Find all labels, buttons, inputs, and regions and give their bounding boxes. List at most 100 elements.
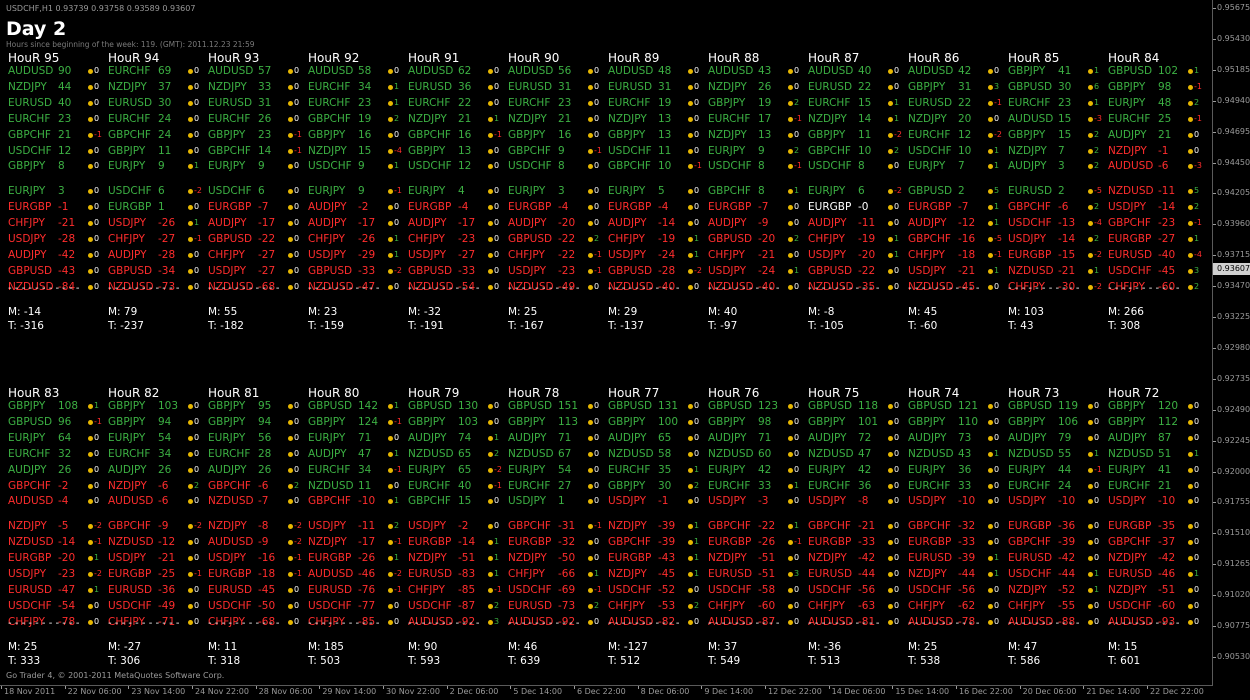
price-tick-mark [1213,564,1216,566]
hour-t-total: T: -159 [308,320,344,332]
pair-row: NZDJPY -51 0 [1108,582,1204,598]
pair-strength: 3 [58,185,65,198]
pair-change: 1 [394,234,400,243]
pair-row: EURCHF 23 1 [1008,95,1104,111]
pair-change: 0 [494,97,500,107]
price-tick-label: 0.93960 [1217,219,1250,229]
status-dot-icon [888,499,893,505]
pair-change: 1 [1094,569,1100,578]
pair-row: GBPCHF -6 2 [1008,199,1104,215]
pair-row: GBPCHF -31 -1 [508,518,604,534]
block-separator: - - - - - - - - - - - [308,618,380,629]
status-dot-icon [588,572,593,577]
hour-block: HouR 90 AUDUSD 56 0 EURUSD 31 0 EURCHF 23 0 NZDJPY… [505,50,603,334]
pair-strength: -63 [858,599,876,612]
pair-symbol: USDJPY [608,495,647,508]
pair-symbol: EURCHF [808,96,851,109]
status-dot-icon [988,467,993,473]
pair-symbol: EURCHF [408,96,451,109]
price-tick-label: 0.92980 [1217,342,1250,352]
pair-row: EURGBP -33 0 [908,534,1004,550]
hour-t-total: T: 512 [608,655,641,667]
status-dot-icon [588,499,593,505]
pair-row: EURUSD 22 0 [808,79,904,95]
pair-symbol: USDCHF [108,185,152,198]
pair-change: 0 [194,448,200,458]
pair-symbol: AUDJPY [308,447,347,460]
pair-row: GBPCHF 21 -1 [8,127,104,143]
pair-row: USDJPY -10 0 [1108,493,1204,509]
time-tick-mark [255,686,257,689]
pair-strength: -14 [458,536,476,549]
pair-strength: 2 [1058,185,1065,198]
status-dot-icon [288,603,293,609]
pair-symbol: AUDUSD [1108,160,1154,173]
pair-row: EURGBP -36 0 [1008,518,1104,534]
pair-strength: -13 [1058,217,1076,230]
pair-strength: 31 [658,80,672,93]
pair-change: -2 [194,521,202,531]
pair-symbol: EURGBP [1108,233,1152,245]
pair-change: 0 [194,464,200,474]
status-dot-icon [388,524,393,530]
pair-strength: 130 [458,400,479,412]
status-dot-icon [788,132,793,138]
status-dot-icon [588,451,593,457]
pair-change: 0 [794,416,800,426]
status-dot-icon [788,84,793,90]
pair-change: 0 [94,66,100,75]
time-axis[interactable]: 18 Nov 2011 22 Nov 06:00 23 Nov 14:00 24 No… [0,686,1213,700]
pair-change: 0 [194,97,200,107]
pair-strength: 26 [258,463,272,476]
pair-change: 0 [294,265,300,275]
pair-change: 0 [794,218,800,228]
pair-row: NZDJPY -42 0 [1108,550,1204,566]
pair-strength: -77 [358,599,376,612]
status-dot-icon [888,132,893,138]
pair-symbol: AUDUSD [308,65,354,77]
status-dot-icon [788,69,793,74]
status-dot-icon [188,164,193,170]
pair-symbol: AUDJPY [108,463,147,476]
price-axis[interactable]: 0.95675 0.95430 0.95185 0.94940 0.94695 0.944… [1213,0,1250,686]
pair-change: 0 [94,496,100,506]
pair-change: 0 [894,496,900,506]
status-dot-icon [888,435,893,441]
pair-change: 2 [794,145,800,155]
pair-strength: -20 [758,233,776,245]
pair-change: 0 [194,113,200,123]
pair-strength: -42 [1158,552,1176,565]
status-dot-icon [1188,100,1193,106]
status-dot-icon [388,116,393,122]
status-dot-icon [288,524,293,530]
pair-row: EURUSD 31 0 [608,79,704,95]
status-dot-icon [488,483,493,489]
block-separator: - - - - - - - - - - - [1008,283,1080,294]
pair-symbol: EURCHF [708,112,751,125]
pair-row: CHFJPY -85 -1 [408,582,504,598]
hour-m-total: M: 79 [108,306,138,318]
pair-symbol: EURJPY [608,185,646,198]
pair-row: GBPJPY 98 0 [708,414,804,430]
pair-row: EURUSD -42 0 [1008,550,1104,566]
pair-symbol: GBPJPY [1108,400,1146,412]
pair-strength: 44 [58,80,72,93]
block-separator: - - - - - - - - - - - [208,283,280,294]
pair-change: -2 [294,521,302,531]
pair-change: 0 [894,416,900,426]
hour-block: HouR 85 GBPJPY 41 1 GBPUSD 30 6 EURCHF 23 1 AUDUSD… [1005,50,1103,334]
status-dot-icon [188,268,193,274]
pair-strength: 24 [158,128,172,141]
pair-symbol: EURUSD [408,568,453,580]
chart-area[interactable]: USDCHF,H1 0.93739 0.93758 0.93589 0.9360… [0,0,1213,686]
pair-strength: -26 [358,233,376,245]
pair-row: USDJPY -10 0 [1008,493,1104,509]
pair-symbol: AUDUSD [308,568,354,580]
pair-change: 0 [194,145,200,155]
pair-change: 0 [594,129,600,139]
pair-change: 0 [94,616,100,626]
pair-change: -1 [694,161,702,171]
status-dot-icon [788,619,793,625]
status-dot-icon [88,499,93,505]
status-dot-icon [888,404,893,409]
